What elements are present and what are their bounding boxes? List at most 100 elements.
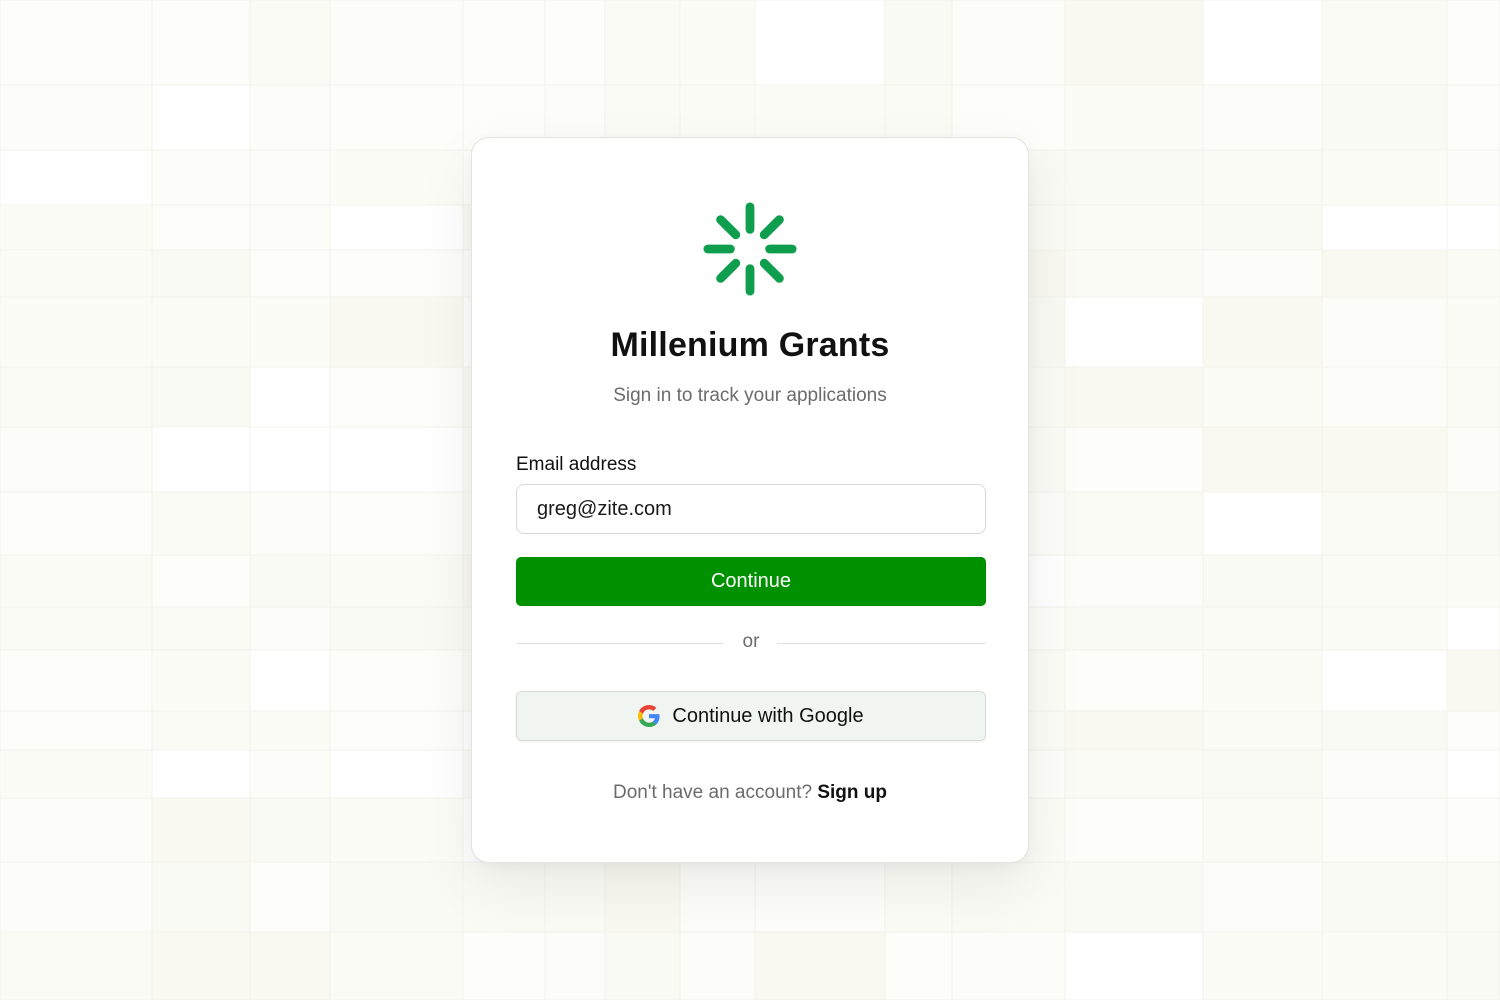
background-tile [329,249,464,298]
background-tile [1446,84,1500,151]
background-tile [0,797,153,863]
background-tile [249,931,331,1000]
sign-up-link[interactable]: Sign up [817,782,887,803]
background-tile [329,861,464,933]
background-tile [1202,606,1323,651]
background-tile [1202,149,1323,206]
background-tile [1202,861,1323,933]
continue-button[interactable]: Continue [516,557,986,606]
background-tile [0,366,153,428]
background-tile [1321,426,1448,493]
background-tile [884,931,953,1000]
background-tile [329,606,464,651]
background-tile [1321,649,1448,712]
background-tile [462,931,546,1000]
background-tile [1064,491,1204,556]
email-field[interactable] [516,484,986,534]
background-tile [249,426,331,493]
background-tile [0,861,153,933]
background-tile [329,491,464,556]
app-title: Millenium Grants [610,326,890,364]
background-tile [1064,426,1204,493]
background-tile [151,931,251,1000]
background-tile [329,204,464,251]
background-tile [151,861,251,933]
background-tile [249,749,331,799]
background-tile [1064,0,1204,86]
background-tile [544,861,606,933]
background-tile [462,0,546,86]
background-tile [1064,84,1204,151]
background-tile [329,426,464,493]
background-tile [1202,426,1323,493]
background-tile [951,0,1066,86]
background-tile [1321,366,1448,428]
background-tile [1446,861,1500,933]
background-tile [1202,84,1323,151]
background-tile [1202,0,1323,86]
background-tile [1321,710,1448,751]
background-tile [544,931,606,1000]
background-tile [249,149,331,206]
background-tile [249,491,331,556]
app-subtitle: Sign in to track your applications [613,385,887,406]
background-tile [1446,249,1500,298]
background-tile [0,710,153,751]
background-tile [151,366,251,428]
background-tile [1202,554,1323,608]
background-tile [1064,649,1204,712]
background-tile [1446,554,1500,608]
background-tile [329,366,464,428]
background-tile [0,0,153,86]
google-button-label: Continue with Google [672,704,864,727]
background-tile [249,606,331,651]
background-tile [1446,204,1500,251]
background-tile [1446,491,1500,556]
background-tile [329,0,464,86]
background-tile [1064,366,1204,428]
background-tile [0,606,153,651]
background-tile [329,931,464,1000]
background-tile [249,0,331,86]
background-tile [604,861,681,933]
background-tile [0,426,153,493]
background-tile [0,149,153,206]
background-tile [1446,366,1500,428]
background-tile [1446,606,1500,651]
background-tile [1064,861,1204,933]
background-tile [1202,491,1323,556]
background-tile [1064,797,1204,863]
background-tile [0,84,153,151]
background-tile [1202,296,1323,368]
background-tile [1321,204,1448,251]
background-tile [1064,249,1204,298]
background-tile [1202,649,1323,712]
background-tile [329,296,464,368]
background-tile [151,710,251,751]
background-tile [1321,249,1448,298]
background-tile [679,931,756,1000]
background-tile [151,491,251,556]
background-tile [329,649,464,712]
background-tile [151,649,251,712]
background-tile [151,0,251,86]
background-tile [329,149,464,206]
background-tile [329,797,464,863]
background-tile [1446,749,1500,799]
background-tile [1446,797,1500,863]
background-tile [884,861,953,933]
background-tile [0,204,153,251]
background-tile [151,296,251,368]
background-tile [1321,606,1448,651]
background-tile [604,931,681,1000]
background-tile [151,204,251,251]
background-tile [884,0,953,86]
background-tile [151,749,251,799]
background-tile [249,249,331,298]
background-tile [249,649,331,712]
continue-with-google-button[interactable]: Continue with Google [516,691,986,741]
background-tile [1321,861,1448,933]
background-tile [1321,491,1448,556]
background-tile [151,797,251,863]
signup-prompt: Don't have an account? [613,782,818,803]
